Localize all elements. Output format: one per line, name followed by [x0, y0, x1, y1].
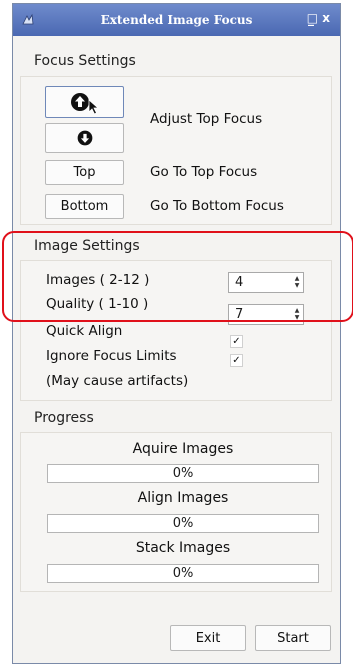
focus-down-button[interactable] — [45, 123, 124, 153]
focus-up-button[interactable] — [45, 86, 124, 118]
stack-images-progress-bar: 0% — [47, 564, 319, 583]
arrow-down-circle-icon — [77, 130, 92, 146]
align-images-percent: 0% — [172, 516, 194, 531]
start-button[interactable]: Start — [255, 625, 331, 651]
acquire-images-percent: 0% — [172, 466, 194, 481]
mouse-cursor-icon — [88, 99, 100, 115]
annotation-highlight-box — [2, 231, 353, 322]
quick-align-label: Quick Align — [46, 323, 123, 339]
stack-images-percent: 0% — [172, 566, 194, 581]
align-images-label: Align Images — [137, 490, 229, 506]
close-button[interactable]: □ x — [307, 11, 330, 25]
adjust-top-focus-label: Adjust Top Focus — [150, 111, 263, 127]
stack-images-label: Stack Images — [135, 540, 231, 556]
go-to-bottom-focus-label: Go To Bottom Focus — [150, 198, 284, 214]
bottom-button[interactable]: Bottom — [45, 194, 124, 219]
title-bar[interactable]: Extended Image Focus _ □ x — [13, 4, 340, 36]
exit-button[interactable]: Exit — [170, 625, 246, 651]
align-images-progress-bar: 0% — [47, 514, 319, 533]
window-title: Extended Image Focus — [100, 13, 253, 27]
ignore-focus-limits-label: Ignore Focus Limits — [46, 348, 177, 364]
top-button[interactable]: Top — [45, 160, 124, 185]
acquire-images-label: Aquire Images — [132, 441, 234, 457]
progress-heading: Progress — [34, 410, 94, 426]
acquire-images-progress-bar: 0% — [47, 464, 319, 483]
artifacts-note: (May cause artifacts) — [46, 373, 189, 389]
quick-align-checkbox[interactable]: ✓ — [230, 335, 243, 348]
go-to-top-focus-label: Go To Top Focus — [150, 164, 258, 180]
focus-settings-heading: Focus Settings — [34, 53, 136, 69]
ignore-focus-limits-checkbox[interactable]: ✓ — [230, 354, 243, 367]
